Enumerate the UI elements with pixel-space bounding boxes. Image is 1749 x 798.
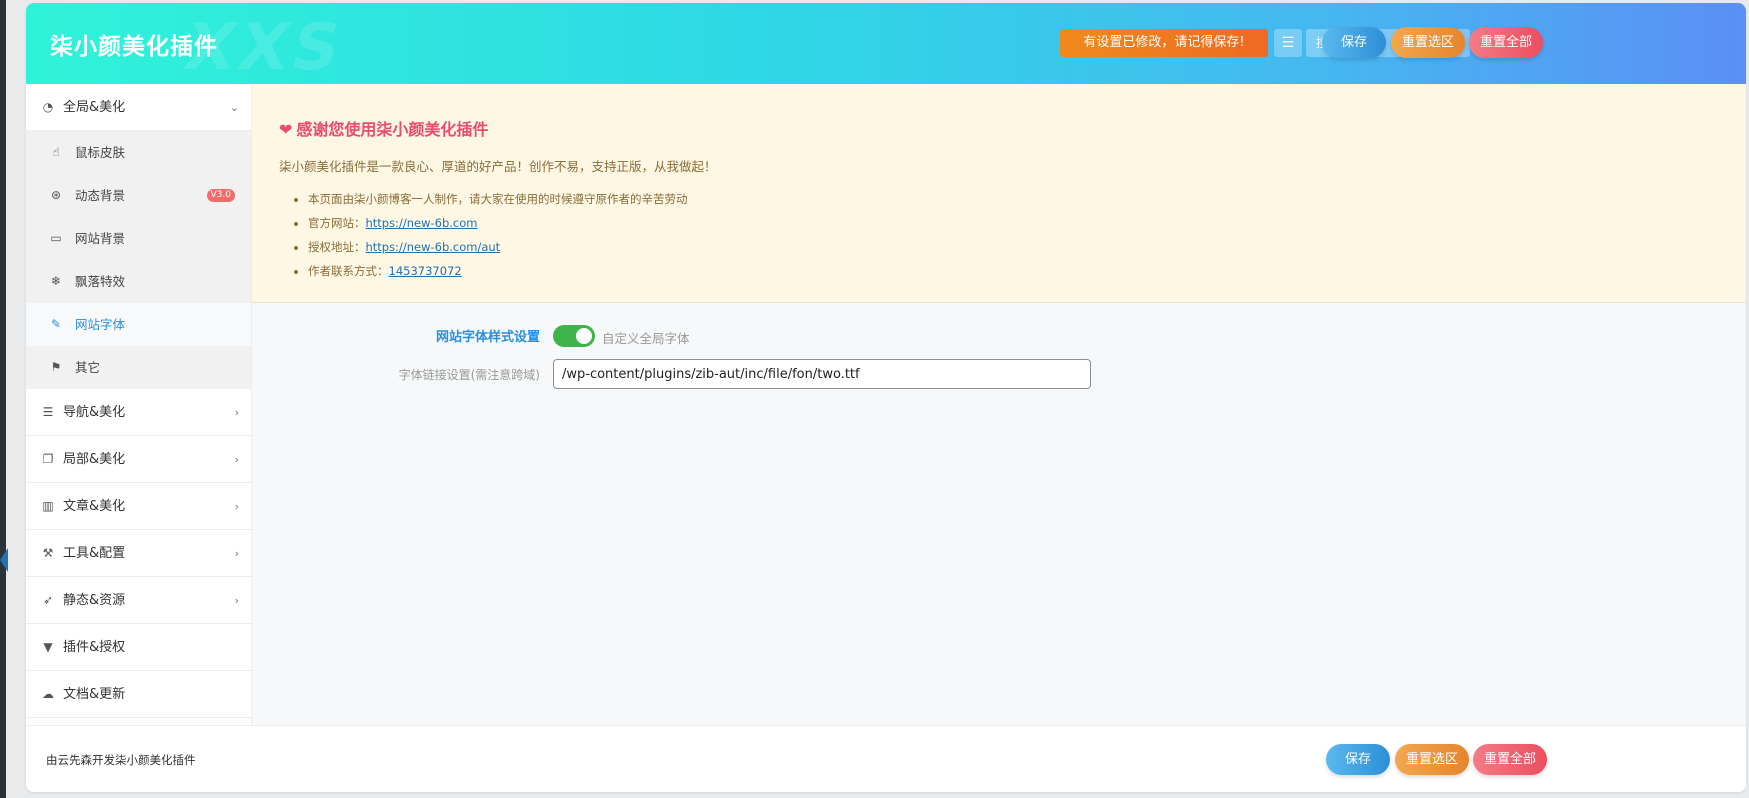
sidebar: ◔ 全局&美化 ⌄ ☝ 鼠标皮肤 ⊛ 动态背景 V3.0 ▭ 网站背景 ❄ 飘落… bbox=[26, 84, 252, 725]
chevron-down-icon: ⌄ bbox=[229, 101, 239, 114]
header-reset-all-button[interactable]: 重置全部 bbox=[1469, 27, 1543, 58]
chevron-right-icon: › bbox=[234, 406, 239, 419]
sidebar-item-site-font[interactable]: ✎ 网站字体 bbox=[26, 303, 251, 346]
desktop-icon: ▭ bbox=[50, 231, 62, 245]
list-item: 作者联系方式：1453737072 bbox=[308, 259, 688, 283]
sidebar-item-label: 动态背景 bbox=[75, 188, 126, 203]
font-style-field: 网站字体样式设置 自定义全局字体 bbox=[252, 324, 1746, 348]
unsaved-changes-notice: 有设置已修改，请记得保存! bbox=[1060, 29, 1268, 57]
sidebar-group-docs[interactable]: ☁ 文档&更新 bbox=[26, 671, 251, 718]
notice-intro: 柒小颜美化插件是一款良心、厚道的好产品！创作不易，支持正版，从我做起！ bbox=[279, 159, 717, 174]
list-item: 授权地址：https://new-6b.com/aut bbox=[308, 235, 688, 259]
sidebar-group-label: 静态&资源 bbox=[63, 593, 126, 608]
list-item: 官方网站：https://new-6b.com bbox=[308, 211, 688, 235]
toggle-knob bbox=[576, 328, 592, 344]
font-style-label: 网站字体样式设置 bbox=[435, 330, 540, 345]
sidebar-item-label: 其它 bbox=[75, 360, 101, 375]
sidebar-group-label: 文档&更新 bbox=[63, 687, 126, 702]
sidebar-group-label: 全局&美化 bbox=[63, 100, 126, 115]
map-icon: ▥ bbox=[42, 499, 54, 513]
footer-bar: 由云先森开发柒小颜美化插件 保存 重置选区 重置全部 bbox=[26, 725, 1746, 792]
rocket-icon: ➶ bbox=[42, 593, 54, 607]
list-toggle-icon: ☰ bbox=[1281, 35, 1295, 51]
wp-admin-edge bbox=[0, 0, 8, 798]
expand-all-button[interactable]: ☰ bbox=[1274, 29, 1302, 57]
chevron-right-icon: › bbox=[234, 547, 239, 560]
sidebar-group-license[interactable]: ▼ 插件&授权 bbox=[26, 624, 251, 671]
sidebar-item-label: 网站字体 bbox=[75, 317, 126, 332]
plugin-settings-panel: XXS 柒小颜美化插件 有设置已修改，请记得保存! ☰ 保存 重置选区 重置全部… bbox=[26, 3, 1746, 792]
sidebar-group-global[interactable]: ◔ 全局&美化 ⌄ bbox=[26, 84, 251, 131]
sidebar-group-tools[interactable]: ⚒ 工具&配置 › bbox=[26, 530, 251, 577]
sidebar-item-falling-effect[interactable]: ❄ 飘落特效 bbox=[26, 260, 251, 303]
footer-save-button[interactable]: 保存 bbox=[1326, 744, 1390, 775]
notice-title: ❤ 感谢您使用柒小颜美化插件 bbox=[279, 120, 489, 139]
chevron-right-icon: › bbox=[234, 453, 239, 466]
sidebar-item-other[interactable]: ⚑ 其它 bbox=[26, 346, 251, 389]
sidebar-item-mouse-skin[interactable]: ☝ 鼠标皮肤 bbox=[26, 131, 251, 174]
sidebar-group-label: 局部&美化 bbox=[63, 452, 126, 467]
life-ring-icon: ⊛ bbox=[50, 188, 62, 202]
footer-reset-section-button[interactable]: 重置选区 bbox=[1395, 744, 1469, 775]
sidebar-group-label: 工具&配置 bbox=[63, 546, 126, 561]
header-reset-section-button[interactable]: 重置选区 bbox=[1391, 27, 1465, 58]
footer-credit: 由云先森开发柒小颜美化插件 bbox=[46, 753, 196, 767]
flag-icon: ⚑ bbox=[50, 360, 62, 374]
settings-content: ❤ 感谢您使用柒小颜美化插件 柒小颜美化插件是一款良心、厚道的好产品！创作不易，支… bbox=[252, 84, 1746, 725]
vuejs-icon: ▼ bbox=[43, 640, 53, 654]
dashboard-icon: ◔ bbox=[42, 100, 54, 114]
plugin-title: 柒小颜美化插件 bbox=[50, 34, 218, 60]
sidebar-group-label: 插件&授权 bbox=[63, 640, 126, 655]
chevron-right-icon: › bbox=[234, 500, 239, 513]
footer-reset-all-button[interactable]: 重置全部 bbox=[1473, 744, 1547, 775]
sidebar-group-static[interactable]: ➶ 静态&资源 › bbox=[26, 577, 251, 624]
list-item: 本页面由柒小颜博客一人制作，请大家在使用的时候遵守原作者的辛苦劳动 bbox=[308, 187, 688, 211]
sidebar-group-article[interactable]: ▥ 文章&美化 › bbox=[26, 483, 251, 530]
pencil-icon: ✎ bbox=[50, 317, 62, 331]
cloud-download-icon: ☁ bbox=[42, 687, 54, 701]
welcome-notice: ❤ 感谢您使用柒小颜美化插件 柒小颜美化插件是一款良心、厚道的好产品！创作不易，支… bbox=[252, 84, 1746, 303]
sidebar-item-label: 飘落特效 bbox=[75, 274, 126, 289]
font-link-field: 字体链接设置(需注意跨域) bbox=[252, 359, 1746, 389]
sidebar-group-partial[interactable]: ❐ 局部&美化 › bbox=[26, 436, 251, 483]
sidebar-item-label: 鼠标皮肤 bbox=[75, 145, 126, 160]
sidebar-item-label: 网站背景 bbox=[75, 231, 126, 246]
notice-list: 本页面由柒小颜博客一人制作，请大家在使用的时候遵守原作者的辛苦劳动 官方网站：h… bbox=[308, 187, 688, 283]
list-icon: ☰ bbox=[42, 405, 54, 419]
header-bar: XXS 柒小颜美化插件 有设置已修改，请记得保存! ☰ 保存 重置选区 重置全部 bbox=[26, 3, 1746, 85]
chevron-right-icon: › bbox=[234, 594, 239, 607]
font-style-toggle[interactable] bbox=[553, 325, 595, 347]
sidebar-item-dynamic-bg[interactable]: ⊛ 动态背景 V3.0 bbox=[26, 174, 251, 217]
heart-icon: ❤ bbox=[279, 120, 293, 139]
collapse-arrow-icon[interactable] bbox=[0, 548, 8, 572]
font-link-input[interactable] bbox=[553, 359, 1091, 389]
official-site-link[interactable]: https://new-6b.com bbox=[366, 216, 478, 230]
header-save-button[interactable]: 保存 bbox=[1322, 27, 1386, 58]
wrench-icon: ⚒ bbox=[42, 546, 54, 560]
version-badge: V3.0 bbox=[206, 189, 235, 202]
snowflake-icon: ❄ bbox=[50, 274, 62, 288]
sidebar-group-nav[interactable]: ☰ 导航&美化 › bbox=[26, 389, 251, 436]
author-contact-link[interactable]: 1453737072 bbox=[389, 264, 462, 278]
sidebar-group-label: 文章&美化 bbox=[63, 499, 126, 514]
hand-pointer-icon: ☝ bbox=[52, 145, 60, 159]
sidebar-item-site-bg[interactable]: ▭ 网站背景 bbox=[26, 217, 251, 260]
copy-icon: ❐ bbox=[42, 452, 54, 466]
license-link[interactable]: https://new-6b.com/aut bbox=[366, 240, 501, 254]
font-style-toggle-text: 自定义全局字体 bbox=[602, 331, 690, 346]
font-link-label: 字体链接设置(需注意跨域) bbox=[398, 368, 540, 382]
sidebar-group-label: 导航&美化 bbox=[63, 405, 126, 420]
